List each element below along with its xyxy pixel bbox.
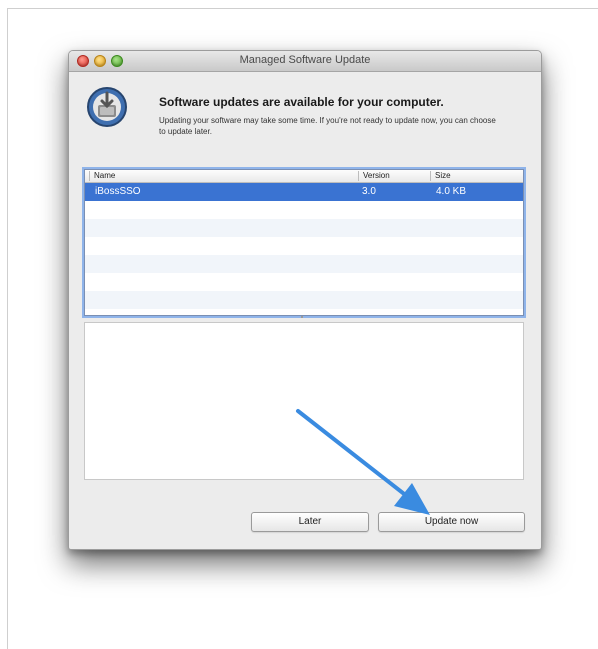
updates-available-heading: Software updates are available for your … <box>159 95 444 109</box>
column-header-size[interactable]: Size <box>430 171 451 181</box>
table-row[interactable]: iBossSSO 3.0 4.0 KB <box>85 183 523 201</box>
empty-row <box>85 273 523 291</box>
table-header: Name Version Size <box>85 170 523 183</box>
row-version: 3.0 <box>362 186 376 197</box>
updates-table[interactable]: Name Version Size iBossSSO 3.0 4.0 KB <box>84 169 524 316</box>
title-bar[interactable]: Managed Software Update <box>69 51 541 72</box>
empty-row <box>85 237 523 255</box>
empty-row <box>85 201 523 219</box>
updates-description: Updating your software may take some tim… <box>159 116 496 136</box>
split-view-handle[interactable] <box>301 316 303 318</box>
column-header-version[interactable]: Version <box>358 171 390 181</box>
update-now-button[interactable]: Update now <box>378 512 525 532</box>
later-button[interactable]: Later <box>251 512 369 532</box>
software-update-icon <box>87 87 127 127</box>
row-name: iBossSSO <box>95 186 141 197</box>
row-size: 4.0 KB <box>436 186 467 197</box>
update-details-pane[interactable] <box>84 322 524 480</box>
empty-row <box>85 255 523 273</box>
window-title: Managed Software Update <box>239 54 371 66</box>
column-header-name[interactable]: Name <box>89 171 115 181</box>
empty-row <box>85 219 523 237</box>
managed-software-update-window: Managed Software Update Software updates… <box>68 50 542 550</box>
empty-row <box>85 291 523 309</box>
